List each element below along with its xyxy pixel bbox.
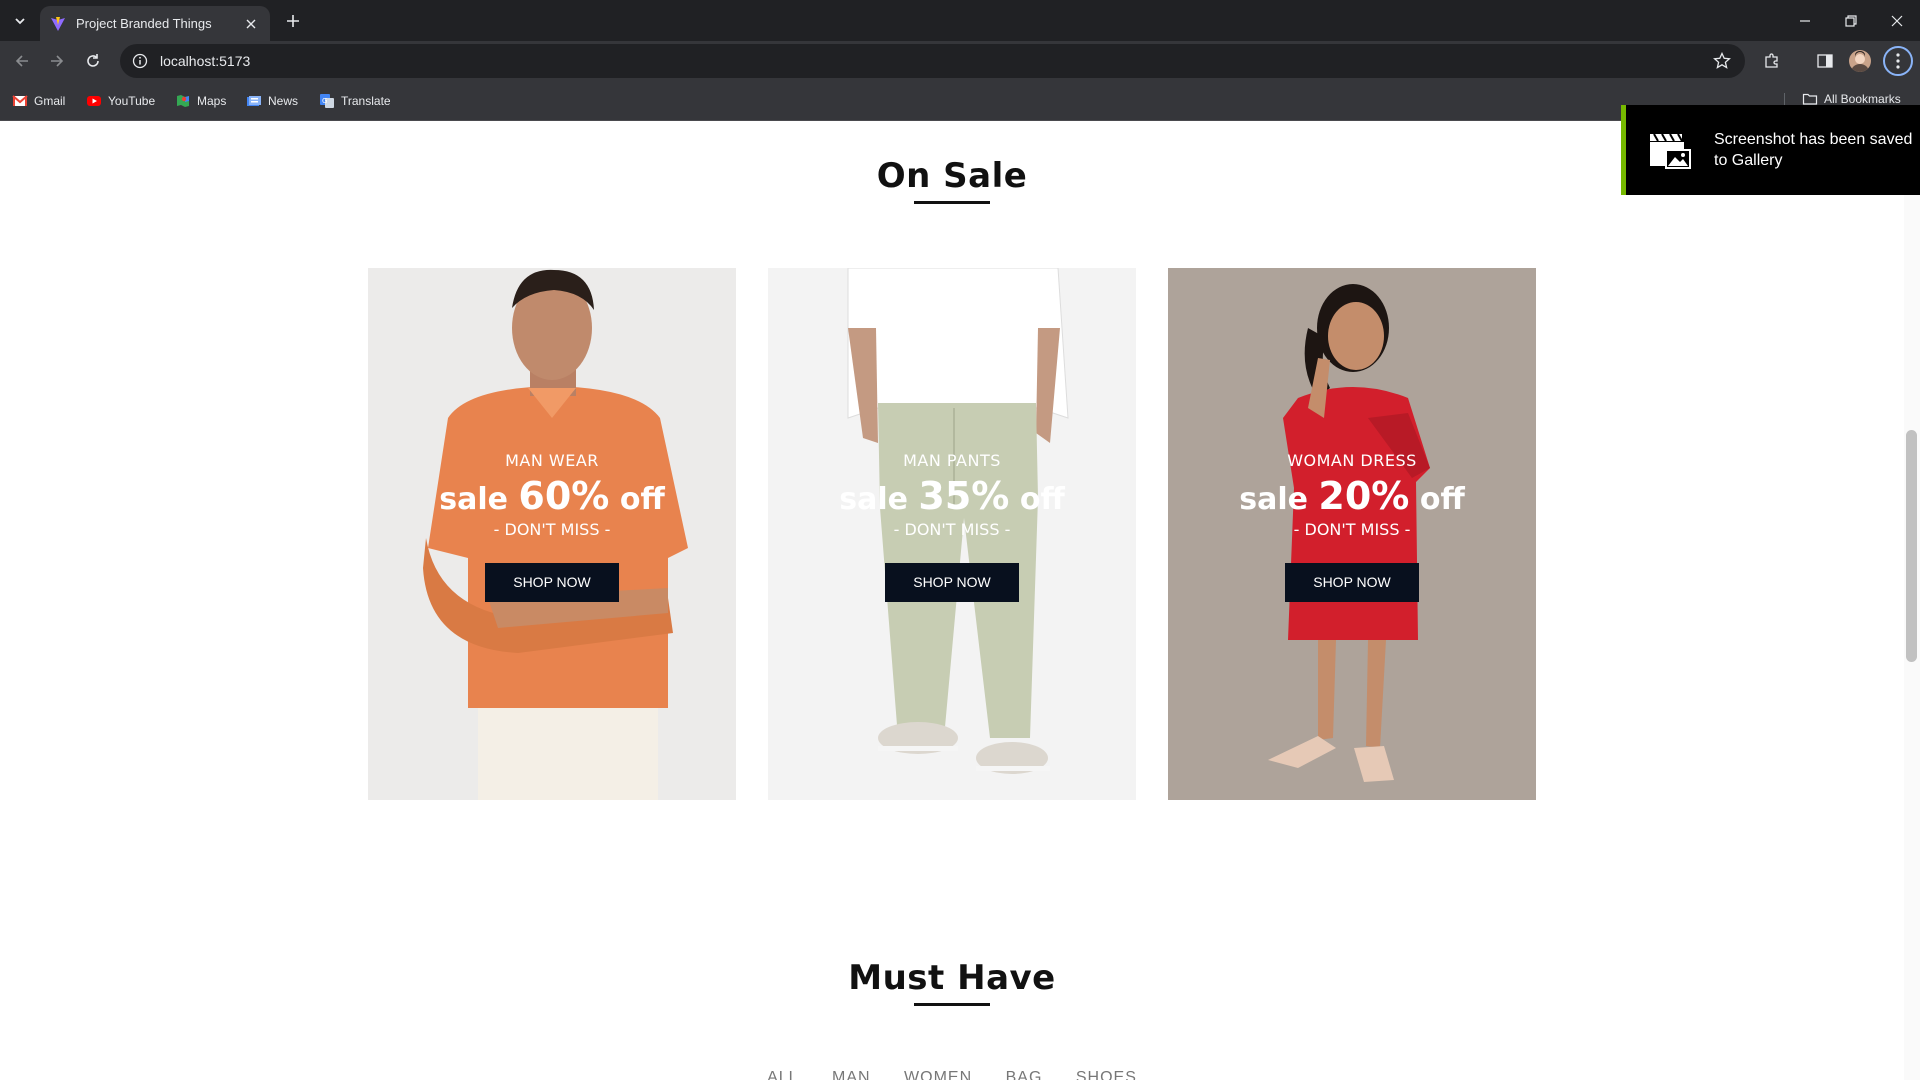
close-icon bbox=[1891, 15, 1903, 26]
must-have-filter-tabs: ALL MAN WOMEN BAG SHOES bbox=[0, 1069, 1904, 1080]
card-tagline: - DON'T MISS - bbox=[1293, 520, 1411, 539]
sale-percent: 20% bbox=[1318, 474, 1410, 518]
card-sale-text: sale 60% off bbox=[368, 474, 736, 518]
gmail-icon bbox=[12, 95, 28, 106]
sale-percent: 35% bbox=[918, 474, 1010, 518]
browser-toolbar: localhost:5173 bbox=[0, 41, 1920, 81]
translate-icon: G bbox=[320, 94, 334, 108]
filter-tab-women[interactable]: WOMEN bbox=[904, 1069, 972, 1080]
arrow-right-icon bbox=[51, 55, 64, 67]
maps-icon bbox=[177, 95, 189, 107]
youtube-icon bbox=[87, 96, 101, 106]
sale-suffix: off bbox=[619, 482, 665, 517]
reload-icon bbox=[87, 54, 99, 67]
url-text: localhost:5173 bbox=[160, 53, 251, 69]
sale-prefix: sale bbox=[1239, 482, 1308, 517]
puzzle-icon bbox=[1765, 53, 1778, 68]
restore-icon bbox=[1845, 14, 1857, 27]
bookmark-label: YouTube bbox=[108, 94, 156, 108]
toast-message: Screenshot has been saved to Gallery bbox=[1714, 131, 1913, 169]
bookmark-label: Translate bbox=[341, 94, 391, 108]
filter-tab-all[interactable]: ALL bbox=[767, 1069, 798, 1080]
sale-prefix: sale bbox=[439, 482, 508, 517]
sale-percent: 60% bbox=[518, 474, 610, 518]
bookmark-youtube[interactable]: YouTube bbox=[86, 91, 155, 111]
bookmark-maps[interactable]: Maps bbox=[175, 91, 226, 111]
kebab-menu-icon bbox=[1896, 53, 1900, 69]
vite-logo-icon bbox=[51, 16, 65, 31]
sale-prefix: sale bbox=[839, 482, 908, 517]
card-category: MAN PANTS bbox=[903, 451, 1001, 470]
browser-tab-active[interactable]: Project Branded Things bbox=[40, 6, 270, 41]
gallery-clapper-icon bbox=[1650, 133, 1691, 169]
on-sale-title-underline bbox=[914, 201, 990, 204]
extensions-button[interactable] bbox=[1760, 49, 1784, 73]
address-bar[interactable]: localhost:5173 bbox=[120, 44, 1745, 78]
back-button[interactable] bbox=[8, 47, 36, 75]
tab-title: Project Branded Things bbox=[76, 16, 212, 31]
minimize-icon bbox=[1800, 19, 1810, 22]
news-icon bbox=[247, 96, 261, 106]
site-info-icon[interactable] bbox=[132, 53, 148, 69]
must-have-title: Must Have bbox=[848, 958, 1056, 998]
chevron-down-icon bbox=[15, 18, 25, 25]
plus-icon bbox=[287, 15, 299, 27]
screenshot-toast: Screenshot has been saved to Gallery bbox=[1621, 105, 1920, 195]
bookmark-label: News bbox=[268, 94, 299, 108]
page-viewport: On Sale MAN WEAR sale 60% off - DON'T MI… bbox=[0, 121, 1920, 1080]
filter-tab-shoes[interactable]: SHOES bbox=[1076, 1069, 1137, 1080]
bookmark-news[interactable]: News bbox=[246, 91, 298, 111]
reload-button[interactable] bbox=[79, 47, 107, 75]
scrollbar-thumb[interactable] bbox=[1906, 430, 1917, 662]
forward-button[interactable] bbox=[43, 47, 71, 75]
arrow-left-icon bbox=[15, 55, 28, 67]
bookmark-gmail[interactable]: Gmail bbox=[12, 91, 65, 111]
close-window-button[interactable] bbox=[1874, 0, 1920, 41]
restore-button[interactable] bbox=[1828, 0, 1874, 41]
browser-tab-bar: Project Branded Things bbox=[0, 0, 1920, 41]
sale-card-woman-dress: WOMAN DRESS sale 20% off - DON'T MISS - … bbox=[1168, 268, 1536, 800]
card-overlay: MAN WEAR sale 60% off - DON'T MISS - SHO… bbox=[368, 451, 736, 602]
browser-menu-button[interactable] bbox=[1883, 46, 1913, 76]
filter-tab-man[interactable]: MAN bbox=[832, 1069, 871, 1080]
card-sale-text: sale 35% off bbox=[768, 474, 1136, 518]
filter-tab-bag[interactable]: BAG bbox=[1006, 1069, 1043, 1080]
card-category: WOMAN DRESS bbox=[1287, 451, 1417, 470]
minimize-button[interactable] bbox=[1782, 0, 1828, 41]
card-tagline: - DON'T MISS - bbox=[893, 520, 1011, 539]
svg-text:G: G bbox=[322, 97, 327, 105]
must-have-title-underline bbox=[914, 1003, 990, 1006]
card-overlay: MAN PANTS sale 35% off - DON'T MISS - SH… bbox=[768, 451, 1136, 602]
bookmark-label: Maps bbox=[197, 94, 227, 108]
card-sale-text: sale 20% off bbox=[1168, 474, 1536, 518]
on-sale-title: On Sale bbox=[876, 156, 1028, 196]
sale-card-man-pants: MAN PANTS sale 35% off - DON'T MISS - SH… bbox=[768, 268, 1136, 800]
profile-avatar[interactable] bbox=[1849, 50, 1871, 72]
shop-now-button[interactable]: SHOP NOW bbox=[885, 563, 1019, 602]
side-panel-icon bbox=[1817, 54, 1833, 68]
shop-now-button[interactable]: SHOP NOW bbox=[485, 563, 619, 602]
bookmark-label: Gmail bbox=[34, 94, 66, 108]
sale-card-man-wear: MAN WEAR sale 60% off - DON'T MISS - SHO… bbox=[368, 268, 736, 800]
bookmark-star-icon[interactable] bbox=[1713, 52, 1731, 70]
card-overlay: WOMAN DRESS sale 20% off - DON'T MISS - … bbox=[1168, 451, 1536, 602]
sale-suffix: off bbox=[1419, 482, 1465, 517]
tab-search-button[interactable] bbox=[8, 9, 32, 33]
bookmark-translate[interactable]: G Translate bbox=[319, 91, 391, 111]
card-category: MAN WEAR bbox=[505, 451, 599, 470]
new-tab-button[interactable] bbox=[280, 8, 306, 34]
sale-suffix: off bbox=[1019, 482, 1065, 517]
all-bookmarks-label: All Bookmarks bbox=[1824, 92, 1901, 106]
shop-now-button[interactable]: SHOP NOW bbox=[1285, 563, 1419, 602]
card-tagline: - DON'T MISS - bbox=[493, 520, 611, 539]
side-panel-button[interactable] bbox=[1813, 49, 1837, 73]
close-tab-icon[interactable] bbox=[242, 15, 260, 33]
